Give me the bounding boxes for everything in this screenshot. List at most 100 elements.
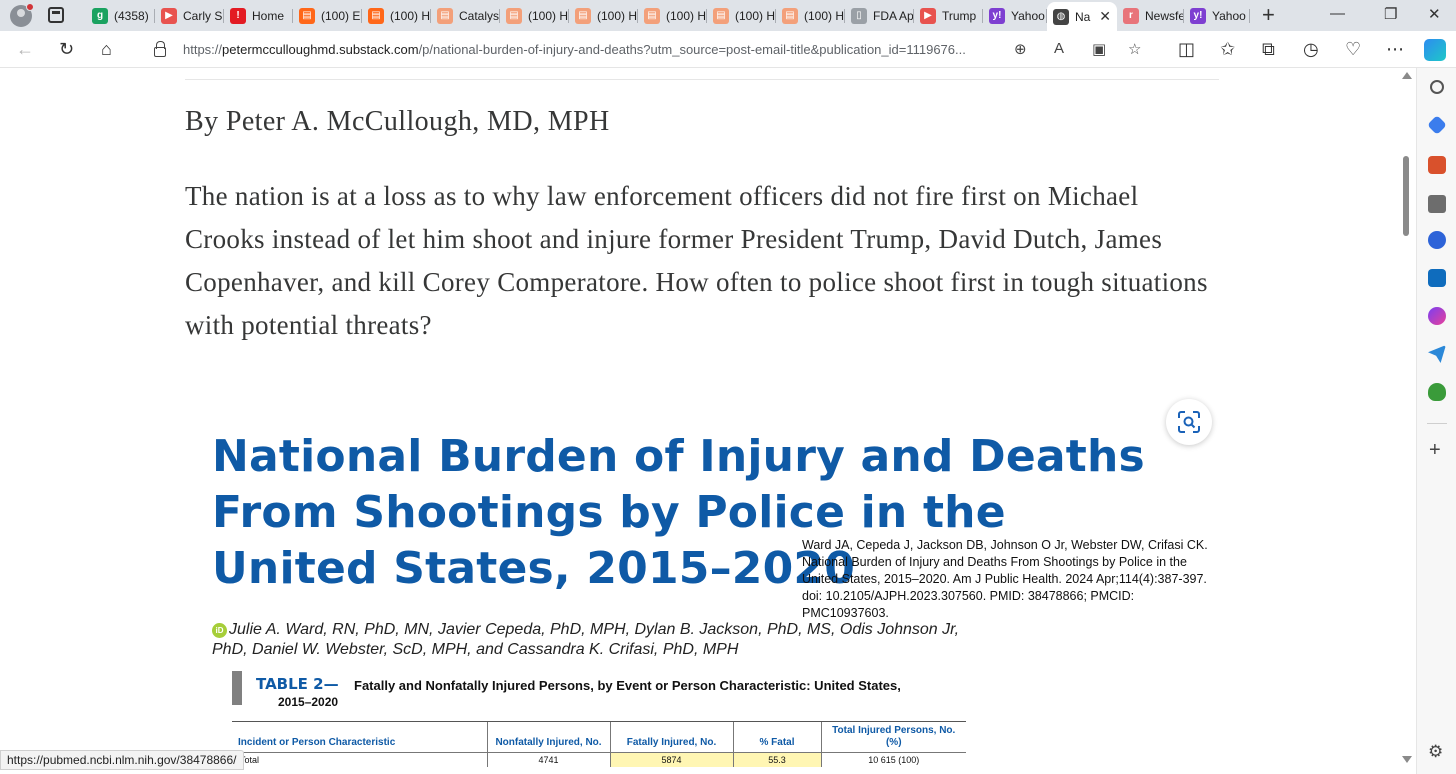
home-icon[interactable]: ⌂	[101, 39, 112, 59]
tree-icon[interactable]	[1428, 383, 1446, 401]
paper-title-line: From Shootings by Police in the	[212, 487, 1006, 538]
outlook-icon[interactable]	[1428, 269, 1446, 287]
browser-tab[interactable]: ▤ (100) H	[569, 2, 638, 29]
table-cell: 5874	[609, 752, 733, 767]
browser-tab[interactable]: g (4358)	[86, 2, 155, 29]
tab-label: Yahoo	[1011, 8, 1045, 23]
reader-view-icon[interactable]: ▣	[1092, 40, 1106, 58]
browser-tab[interactable]: ▤ (100) H	[362, 2, 431, 29]
shopping-tag-icon[interactable]	[1427, 115, 1447, 135]
tab-active[interactable]: ◍ Na ✕	[1047, 2, 1117, 31]
browser-tab[interactable]: r Newsfe	[1117, 2, 1184, 29]
tab-favicon-icon: g	[92, 7, 108, 24]
send-icon[interactable]	[1428, 345, 1446, 363]
lock-icon[interactable]	[154, 41, 166, 57]
scroll-down-icon[interactable]	[1402, 756, 1412, 763]
split-screen-icon[interactable]: ◫	[1178, 39, 1195, 59]
orcid-icon: iD	[212, 623, 227, 638]
collections-icon[interactable]: ⧉	[1262, 39, 1275, 59]
paper-authors-text: Julie A. Ward, RN, PhD, MN, Javier Ceped…	[212, 621, 960, 658]
notification-dot	[26, 3, 34, 11]
table-cell: 4741	[486, 752, 610, 767]
tab-favicon-icon: !	[230, 7, 246, 24]
tab-favicon-icon: ▤	[575, 7, 591, 24]
scroll-thumb[interactable]	[1403, 156, 1409, 236]
tab-favicon-icon: ▤	[506, 7, 522, 24]
browser-tab[interactable]: ▤ (100) H	[638, 2, 707, 29]
gear-icon[interactable]: ⚙	[1428, 742, 1443, 762]
close-window-icon[interactable]: ✕	[1428, 5, 1441, 23]
scroll-up-icon[interactable]	[1402, 72, 1412, 79]
vertical-scrollbar[interactable]	[1398, 68, 1416, 774]
url-text[interactable]: https://petermcculloughmd.substack.com/p…	[183, 42, 1003, 57]
browser-tab[interactable]: ▤ (100) H	[776, 2, 845, 29]
tab-close-icon[interactable]: ✕	[1099, 8, 1111, 25]
read-aloud-icon[interactable]: A	[1054, 40, 1064, 57]
table-heading: TABLE 2— Fatally and Nonfatally Injured …	[232, 671, 972, 711]
tab-separator	[1249, 9, 1250, 23]
zoom-icon[interactable]: ⊕	[1014, 40, 1027, 58]
embedded-paper-image[interactable]: National Burden of Injury and Deaths Fro…	[200, 423, 1220, 774]
favorite-star-icon[interactable]: ☆	[1128, 40, 1141, 58]
history-icon[interactable]: ◷	[1303, 39, 1319, 59]
favorites-icon[interactable]: ✩	[1220, 39, 1235, 59]
table-column-header: % Fatal	[732, 721, 821, 753]
browser-tab[interactable]: ▤ (100) E	[293, 2, 362, 29]
divider	[185, 79, 1219, 80]
browser-tab[interactable]: ▯ FDA Ap	[845, 2, 914, 29]
browser-tab[interactable]: ▶ Carly S	[155, 2, 224, 29]
minimize-icon[interactable]: —	[1330, 5, 1345, 22]
add-sidebar-app-icon[interactable]: +	[1429, 440, 1441, 460]
tab-favicon-icon: ▤	[644, 7, 660, 24]
table-column-header: Incident or Person Characteristic	[232, 721, 487, 753]
tab-label: (100) H	[390, 8, 431, 23]
browser-tab[interactable]: ▶ Trump	[914, 2, 983, 29]
games-icon[interactable]	[1428, 195, 1446, 213]
browser-tab[interactable]: y! Yahoo	[983, 2, 1047, 29]
table-cell: 10 615 (100)	[820, 752, 966, 767]
tab-favicon-icon: ▤	[299, 7, 315, 24]
table-row: Total 4741 5874 55.3 10 615 (100)	[232, 752, 966, 767]
sidebar-divider	[1427, 423, 1447, 424]
tab-label: (100) H	[804, 8, 845, 23]
more-menu-icon[interactable]: ⋯	[1386, 39, 1404, 59]
address-bar[interactable]: https://petermcculloughmd.substack.com/p…	[138, 34, 1160, 65]
back-icon[interactable]: ←	[16, 39, 34, 59]
tab-favicon-icon: ▤	[782, 7, 798, 24]
tools-icon[interactable]	[1428, 156, 1446, 174]
table-column-header: Fatally Injured, No.	[609, 721, 733, 753]
status-url-tooltip: https://pubmed.ncbi.nlm.nih.gov/38478866…	[0, 750, 244, 770]
tab-label: (4358)	[114, 8, 149, 23]
browser-tab[interactable]: ▤ (100) H	[707, 2, 776, 29]
browser-tab[interactable]: y! Yahoo	[1184, 2, 1250, 29]
tab-favicon-icon: ◍	[1053, 8, 1069, 25]
profile-avatar-icon[interactable]	[10, 3, 34, 27]
tab-label: (100) H	[735, 8, 776, 23]
microsoft-365-icon[interactable]	[1428, 231, 1446, 249]
table-column-header: Total Injured Persons, No. (%)	[820, 721, 966, 753]
browser-tab[interactable]: ▤ (100) H	[500, 2, 569, 29]
tab-favicon-icon: ▤	[368, 7, 384, 24]
browser-essentials-icon[interactable]: ♡	[1345, 39, 1361, 59]
tab-favicon-icon: ▯	[851, 7, 867, 24]
copilot-icon[interactable]	[1424, 39, 1446, 61]
designer-icon[interactable]	[1428, 307, 1446, 325]
table-label: TABLE 2—	[256, 675, 339, 693]
tab-favicon-icon: ▶	[161, 7, 177, 24]
tab-label: Catalys	[459, 8, 500, 23]
table-cell: Total	[232, 752, 487, 767]
tab-actions-icon[interactable]	[48, 7, 64, 23]
tab-favicon-icon: r	[1123, 7, 1139, 24]
new-tab-button[interactable]: +	[1262, 3, 1275, 27]
search-icon[interactable]	[1430, 80, 1444, 94]
tab-label: Newsfe	[1145, 8, 1184, 23]
browser-tab[interactable]: ▤ Catalys	[431, 2, 500, 29]
refresh-icon[interactable]: ↻	[59, 39, 74, 59]
page-viewport: By Peter A. McCullough, MD, MPH The nati…	[0, 68, 1416, 774]
browser-tab[interactable]: ! Home	[224, 2, 293, 29]
table-caption-years: 2015–2020	[278, 695, 339, 709]
tab-label: (100) E	[321, 8, 361, 23]
restore-icon[interactable]: ❐	[1384, 5, 1397, 23]
tab-label: (100) H	[666, 8, 707, 23]
tab-label: (100) H	[597, 8, 638, 23]
